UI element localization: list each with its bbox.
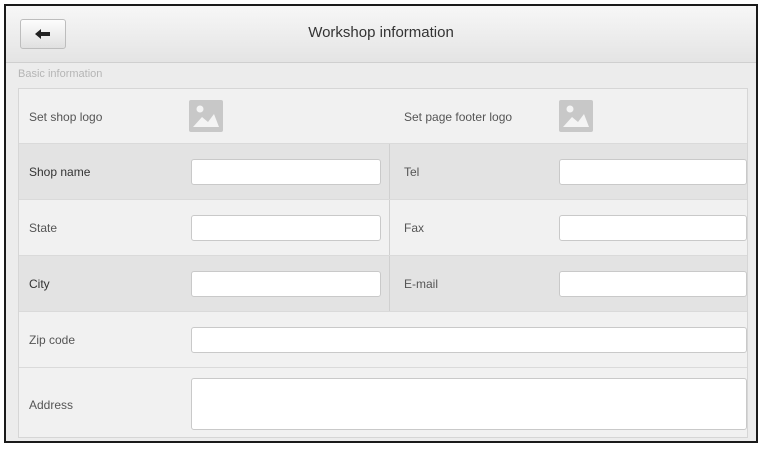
- page-title: Workshop information: [308, 24, 454, 41]
- city-label: City: [29, 277, 50, 291]
- zip-input[interactable]: [191, 327, 747, 353]
- top-bar: Workshop information: [6, 6, 756, 63]
- shop-name-row: Shop name Tel: [19, 144, 747, 200]
- address-label: Address: [29, 398, 74, 412]
- section-label: Basic information: [18, 68, 103, 80]
- city-input[interactable]: [191, 271, 381, 297]
- shop-logo-picker[interactable]: [189, 100, 223, 132]
- zip-row: Zip code: [19, 312, 747, 368]
- state-row: State Fax: [19, 200, 747, 256]
- shop-name-input[interactable]: [191, 159, 381, 185]
- column-divider: [389, 256, 390, 311]
- basic-info-panel: Set shop logo Set page footer logo Shop …: [18, 88, 748, 438]
- logo-row: Set shop logo Set page footer logo: [19, 89, 747, 144]
- state-label: State: [29, 221, 58, 235]
- state-input[interactable]: [191, 215, 381, 241]
- zip-label: Zip code: [29, 333, 76, 347]
- footer-logo-label: Set page footer logo: [404, 110, 513, 124]
- image-placeholder-icon: [563, 105, 589, 127]
- column-divider: [389, 200, 390, 255]
- address-row: Address: [19, 368, 747, 437]
- fax-input[interactable]: [559, 215, 747, 241]
- tel-label: Tel: [404, 165, 420, 179]
- footer-logo-picker[interactable]: [559, 100, 593, 132]
- city-row: City E-mail: [19, 256, 747, 312]
- address-input[interactable]: [191, 378, 747, 430]
- shop-logo-label: Set shop logo: [29, 110, 103, 124]
- image-placeholder-icon: [193, 105, 219, 127]
- tel-input[interactable]: [559, 159, 747, 185]
- email-label: E-mail: [404, 277, 439, 291]
- email-input[interactable]: [559, 271, 747, 297]
- column-divider: [389, 144, 390, 199]
- fax-label: Fax: [404, 221, 425, 235]
- shop-name-label: Shop name: [29, 165, 91, 179]
- window: Workshop information Basic information S…: [4, 4, 758, 443]
